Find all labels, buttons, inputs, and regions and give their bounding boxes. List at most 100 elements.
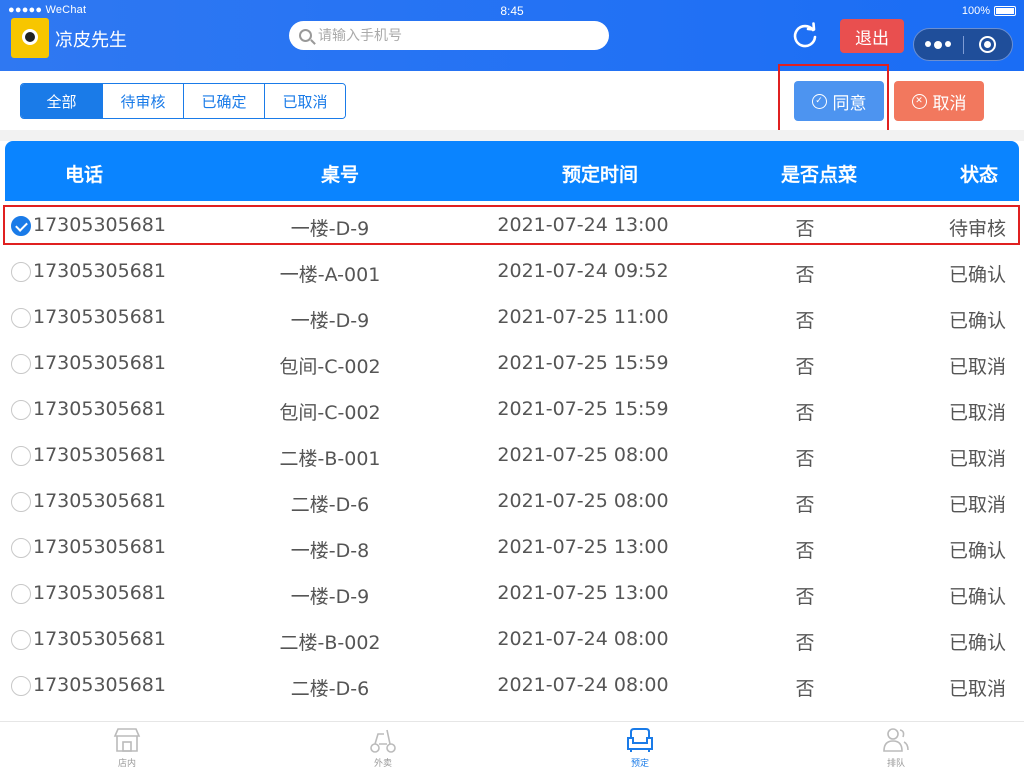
search-bar[interactable] <box>289 21 609 50</box>
filter-tab[interactable]: 已取消 <box>264 84 345 118</box>
cell-table: 包间-C-002 <box>279 402 381 424</box>
cell-ordered: 否 <box>795 356 815 378</box>
cell-phone: 17305305681 <box>33 490 166 512</box>
cell-time: 2021-07-25 08:00 <box>497 444 669 466</box>
cell-ordered: 否 <box>795 402 815 424</box>
app-title: 凉皮先生 <box>55 30 127 51</box>
cancel-label: 取消 <box>932 93 967 114</box>
radio-unchecked-icon[interactable] <box>11 676 31 696</box>
cell-phone: 17305305681 <box>33 536 166 558</box>
cell-phone: 17305305681 <box>33 260 166 282</box>
filter-tab[interactable]: 已确定 <box>183 84 264 118</box>
selected-row-highlight <box>3 205 1020 245</box>
cell-status: 已确认 <box>949 540 1007 562</box>
radio-unchecked-icon[interactable] <box>11 354 31 374</box>
table-row[interactable]: 17305305681 二楼-B-001 2021-07-25 08:00 否 已取消 <box>0 432 1024 478</box>
nav-label-store: 店内 <box>117 759 136 769</box>
table-row[interactable]: 17305305681 一楼-D-9 2021-07-25 13:00 否 已确认 <box>0 570 1024 616</box>
cell-time: 2021-07-24 08:00 <box>497 628 669 650</box>
cell-status: 已确认 <box>949 632 1007 654</box>
cell-table: 二楼-B-002 <box>279 632 381 654</box>
radio-unchecked-icon[interactable] <box>11 492 31 512</box>
filter-tab[interactable]: 全部 <box>21 84 102 118</box>
cancel-button[interactable]: ✕ 取消 <box>894 81 984 121</box>
app-logo <box>11 18 49 58</box>
cell-table: 一楼-D-8 <box>290 540 370 562</box>
cell-time: 2021-07-25 13:00 <box>497 582 669 604</box>
cell-phone: 17305305681 <box>33 352 166 374</box>
cell-status: 已取消 <box>949 448 1007 470</box>
cell-time: 2021-07-25 13:00 <box>497 536 669 558</box>
table-row[interactable]: 17305305681 包间-C-002 2021-07-25 15:59 否 已取消 <box>0 386 1024 432</box>
top-bar: ●●●●● WeChat 8:45 100% 凉皮先生 退出 <box>0 0 1024 71</box>
nav-label-reservation: 预定 <box>630 759 649 769</box>
radio-unchecked-icon[interactable] <box>11 308 31 328</box>
battery-icon <box>994 6 1016 16</box>
cell-time: 2021-07-24 09:52 <box>497 260 669 282</box>
cell-table: 一楼-D-9 <box>290 586 370 608</box>
header-time: 预定时间 <box>562 164 639 186</box>
sofa-icon <box>627 728 653 752</box>
agree-highlight-box <box>778 64 889 133</box>
cell-table: 一楼-D-9 <box>290 310 370 332</box>
cell-time: 2021-07-25 11:00 <box>497 306 669 328</box>
header-ordered: 是否点菜 <box>781 164 858 186</box>
cell-ordered: 否 <box>795 586 815 608</box>
radio-unchecked-icon[interactable] <box>11 262 31 282</box>
battery-label: 100% <box>961 5 990 17</box>
filter-tabs: 全部 待审核 已确定 已取消 <box>20 83 346 119</box>
cell-time: 2021-07-25 15:59 <box>497 398 669 420</box>
cell-ordered: 否 <box>795 678 815 700</box>
cell-time: 2021-07-24 08:00 <box>497 674 669 696</box>
cell-phone: 17305305681 <box>33 582 166 604</box>
status-battery: 100% <box>962 5 1016 17</box>
cell-table: 二楼-D-6 <box>290 678 370 700</box>
cell-phone: 17305305681 <box>33 444 166 466</box>
cell-phone: 17305305681 <box>33 306 166 328</box>
nav-item-store[interactable]: 店内 <box>87 726 167 769</box>
search-input[interactable] <box>318 27 588 44</box>
more-menu-icon[interactable] <box>914 40 963 49</box>
cell-status: 已取消 <box>949 402 1007 424</box>
cell-phone: 17305305681 <box>33 674 166 696</box>
nav-label-delivery: 外卖 <box>373 759 392 769</box>
refresh-icon[interactable] <box>790 21 820 51</box>
header-phone: 电话 <box>65 164 104 186</box>
cell-ordered: 否 <box>795 448 815 470</box>
cell-ordered: 否 <box>795 264 815 286</box>
table-row[interactable]: 17305305681 二楼-B-002 2021-07-24 08:00 否 已确认 <box>0 616 1024 662</box>
nav-item-queue[interactable]: 排队 <box>856 726 936 769</box>
close-miniprogram-icon[interactable] <box>963 36 1012 53</box>
nav-item-delivery[interactable]: 外卖 <box>343 726 423 769</box>
table-row[interactable]: 17305305681 一楼-D-9 2021-07-25 11:00 否 已确认 <box>0 294 1024 340</box>
table-row[interactable]: 17305305681 二楼-D-6 2021-07-24 08:00 否 已取消 <box>0 662 1024 708</box>
radio-unchecked-icon[interactable] <box>11 446 31 466</box>
radio-unchecked-icon[interactable] <box>11 538 31 558</box>
cell-table: 二楼-D-6 <box>290 494 370 516</box>
radio-unchecked-icon[interactable] <box>11 630 31 650</box>
header-table: 桌号 <box>321 164 360 186</box>
table-row[interactable]: 17305305681 一楼-D-8 2021-07-25 13:00 否 已确认 <box>0 524 1024 570</box>
cell-status: 已取消 <box>949 356 1007 378</box>
status-time: 8:45 <box>500 4 524 18</box>
scooter-icon <box>370 729 396 753</box>
people-icon <box>883 728 909 752</box>
filter-tab[interactable]: 待审核 <box>102 84 183 118</box>
cell-time: 2021-07-25 15:59 <box>497 352 669 374</box>
radio-unchecked-icon[interactable] <box>11 400 31 420</box>
section-divider <box>0 130 1024 141</box>
radio-unchecked-icon[interactable] <box>11 584 31 604</box>
cell-phone: 17305305681 <box>33 628 166 650</box>
nav-item-reservation[interactable]: 预定 <box>600 726 680 769</box>
miniprogram-capsule <box>913 28 1013 61</box>
cell-ordered: 否 <box>795 632 815 654</box>
table-row[interactable]: 17305305681 一楼-A-001 2021-07-24 09:52 否 已确认 <box>0 248 1024 294</box>
cell-status: 已确认 <box>949 264 1007 286</box>
search-icon <box>299 29 312 42</box>
cell-ordered: 否 <box>795 310 815 332</box>
exit-button[interactable]: 退出 <box>840 19 904 53</box>
nav-label-queue: 排队 <box>886 759 905 769</box>
close-circle-icon: ✕ <box>911 93 927 109</box>
table-row[interactable]: 17305305681 包间-C-002 2021-07-25 15:59 否 已取消 <box>0 340 1024 386</box>
table-row[interactable]: 17305305681 二楼-D-6 2021-07-25 08:00 否 已取消 <box>0 478 1024 524</box>
